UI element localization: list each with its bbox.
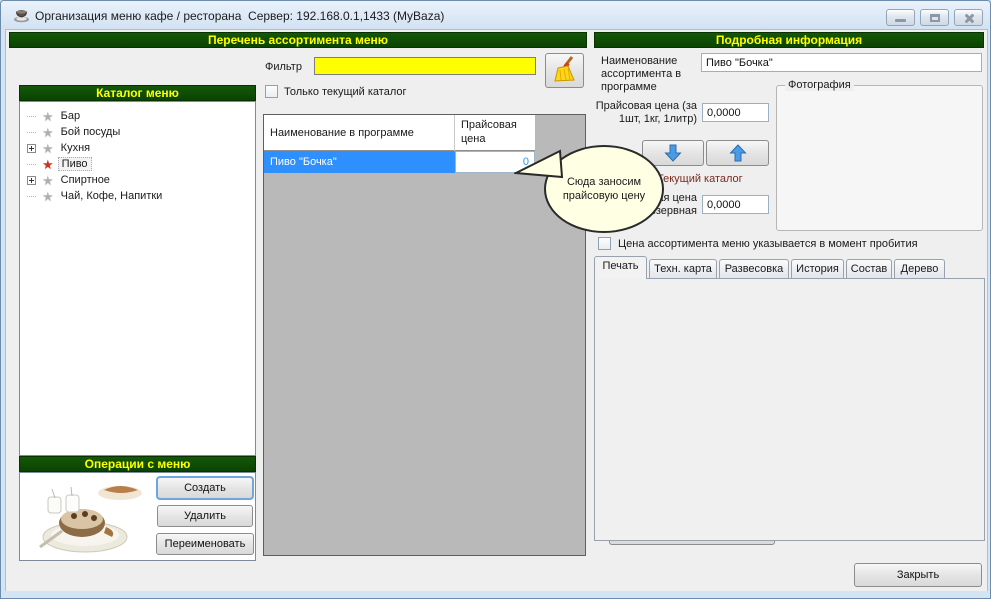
star-icon: ★	[42, 142, 54, 155]
broom-icon	[553, 56, 577, 82]
price-at-sale-label: Цена ассортимента меню указывается в мом…	[618, 238, 918, 250]
tree-item-label: Чай, Кофе, Напитки	[58, 190, 166, 202]
table-header: Наименование в программе Прайсовая цена	[264, 115, 535, 151]
photo-legend: Фотография	[785, 79, 854, 91]
titlebar[interactable]: Организация меню кафе / ресторана Сервер…	[1, 1, 990, 29]
only-current-catalog-label: Только текущий каталог	[284, 86, 407, 98]
tab-history[interactable]: История	[791, 259, 844, 279]
star-icon: ★	[42, 126, 54, 139]
tree-item-pivo[interactable]: ★ Пиво	[20, 156, 255, 172]
program-name-label: Наименование ассортимента в программе	[601, 55, 699, 94]
delete-button[interactable]: Удалить	[157, 505, 253, 527]
expand-plus-icon[interactable]	[27, 176, 36, 185]
catalog-header-label: Каталог меню	[96, 86, 179, 100]
print-tab-panel	[594, 278, 985, 541]
tree-item-label: Спиртное	[58, 174, 113, 186]
close-dialog-button[interactable]: Закрыть	[854, 563, 982, 587]
row-name-cell[interactable]: Пиво "Бочка"	[264, 151, 455, 173]
callout-tail	[514, 147, 566, 183]
tree-item-label-selected: Пиво	[58, 157, 92, 171]
tree-item-chai-kofe[interactable]: ★ Чай, Кофе, Напитки	[20, 188, 255, 204]
arrow-up-icon	[729, 144, 747, 162]
dessert-photo	[22, 475, 154, 558]
filter-input[interactable]	[314, 57, 536, 75]
tree-item-label: Бар	[58, 110, 83, 122]
column-header-price[interactable]: Прайсовая цена	[455, 115, 535, 151]
clear-filter-button[interactable]	[545, 53, 584, 88]
tree-line	[27, 116, 36, 117]
star-icon: ★	[42, 174, 54, 187]
tree-line	[27, 196, 36, 197]
arrow-down-icon	[664, 144, 682, 162]
photo-groupbox: Фотография	[776, 85, 983, 231]
tree-item-boy-posudy[interactable]: ★ Бой посуды	[20, 124, 255, 140]
tree-item-spirtnoe[interactable]: ★ Спиртное	[20, 172, 255, 188]
tree-item-bar[interactable]: ★ Бар	[20, 108, 255, 124]
details-header-label: Подробная информация	[716, 33, 862, 47]
tree-item-label: Бой посуды	[58, 126, 124, 138]
column-header-name[interactable]: Наименование в программе	[264, 115, 455, 151]
catalog-header: Каталог меню	[19, 85, 256, 101]
program-name-input[interactable]	[701, 53, 982, 72]
selected-star-icon: ★	[42, 158, 54, 171]
current-catalog-label: Текущий каталог	[657, 173, 743, 185]
minimize-button[interactable]	[886, 9, 915, 26]
details-header: Подробная информация	[594, 32, 984, 48]
operations-panel: Создать Удалить Переименовать	[19, 472, 256, 561]
filter-label: Фильтр	[265, 61, 302, 73]
star-icon: ★	[42, 110, 54, 123]
tab-print[interactable]: Печать	[594, 256, 647, 279]
catalog-tree: ★ Бар ★ Бой посуды ★ Кухня ★ Пиво ★ Спир…	[19, 101, 256, 456]
tree-item-label: Кухня	[58, 142, 93, 154]
tab-composition[interactable]: Состав	[846, 259, 892, 279]
assortment-header: Перечень ассортимента меню	[9, 32, 587, 48]
create-button[interactable]: Создать	[157, 477, 253, 499]
callout-text: Сюда заносим прайсовую цену	[560, 175, 648, 203]
assortment-header-label: Перечень ассортимента меню	[208, 33, 388, 47]
tab-tree[interactable]: Дерево	[894, 259, 945, 279]
tree-item-kuhnya[interactable]: ★ Кухня	[20, 140, 255, 156]
only-current-catalog-checkbox[interactable]	[265, 85, 278, 98]
tree-line	[27, 164, 36, 165]
expand-plus-icon[interactable]	[27, 144, 36, 153]
reserve-price-input[interactable]	[702, 195, 769, 214]
move-up-button[interactable]	[706, 140, 769, 166]
star-icon: ★	[42, 190, 54, 203]
window-title: Организация меню кафе / ресторана Сервер…	[35, 9, 444, 23]
tree-line	[27, 132, 36, 133]
rename-button[interactable]: Переименовать	[156, 533, 254, 555]
price-at-sale-checkbox[interactable]	[598, 237, 611, 250]
close-button[interactable]	[954, 9, 983, 26]
operations-header-label: Операции с меню	[85, 457, 191, 471]
operations-header: Операции с меню	[19, 456, 256, 472]
app-cup-icon	[13, 8, 30, 23]
price-input[interactable]	[702, 103, 769, 122]
maximize-icon	[930, 14, 940, 22]
price-label: Прайсовая цена (за 1шт, 1кг, 1литр)	[593, 100, 697, 126]
minimize-icon	[895, 19, 906, 22]
maximize-button[interactable]	[920, 9, 949, 26]
tab-tech-card[interactable]: Техн. карта	[649, 259, 717, 279]
app-window: Организация меню кафе / ресторана Сервер…	[0, 0, 991, 599]
tab-weighing[interactable]: Развесовка	[719, 259, 789, 279]
